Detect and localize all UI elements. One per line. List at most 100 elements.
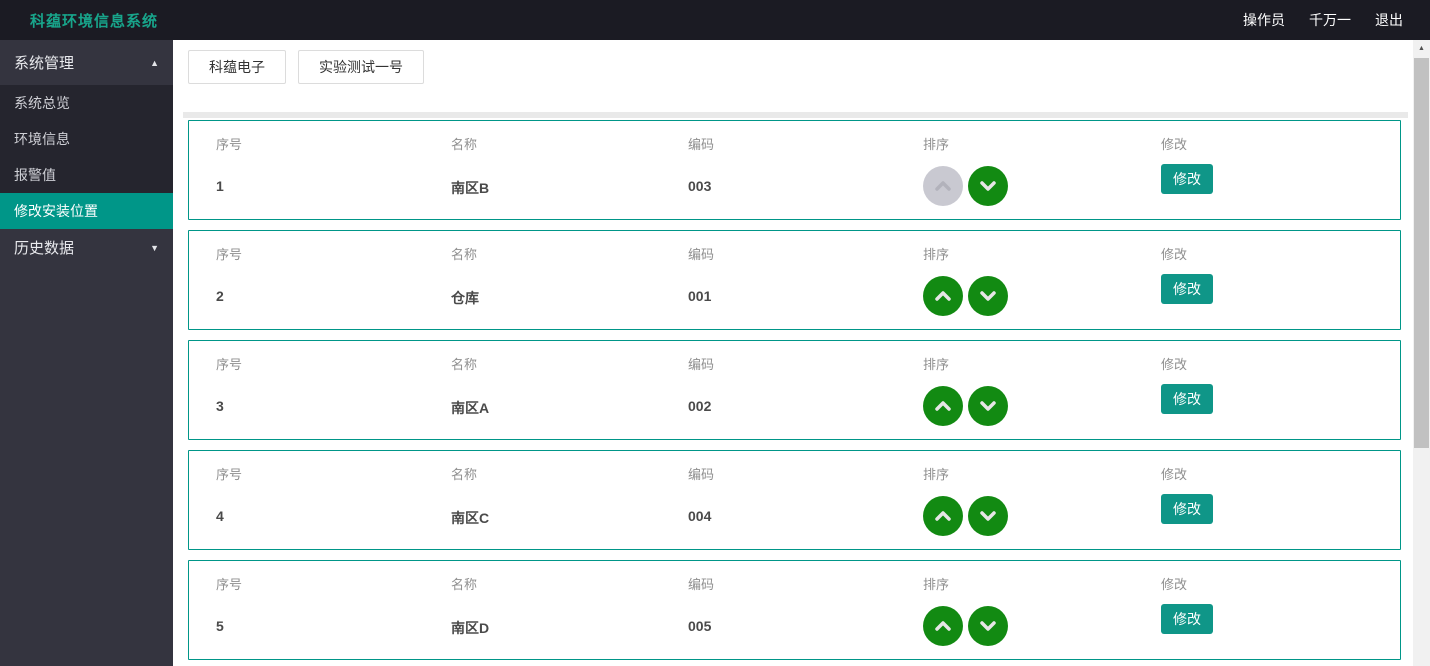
index-value: 4 xyxy=(216,508,451,524)
location-card-list: 序号 1 名称 南区B 编码 003 排序 xyxy=(188,120,1413,660)
sidebar-item-system-overview[interactable]: 系统总览 xyxy=(0,85,173,121)
modify-header: 修改 xyxy=(1161,578,1400,592)
name-value: 南区D xyxy=(451,618,688,638)
chevron-down-icon xyxy=(977,505,999,527)
tab-label: 实验测试一号 xyxy=(319,57,403,77)
topbar: 科蕴环境信息系统 操作员 千万一 退出 xyxy=(0,0,1430,40)
modify-button[interactable]: 修改 xyxy=(1161,384,1213,414)
name-cell: 名称 南区B xyxy=(451,121,688,219)
modify-cell: 修改 修改 xyxy=(1161,121,1400,219)
modify-button[interactable]: 修改 xyxy=(1161,604,1213,634)
code-header: 编码 xyxy=(688,248,923,262)
move-down-button[interactable] xyxy=(968,166,1008,206)
sidebar-item-alarm-value[interactable]: 报警值 xyxy=(0,157,173,193)
code-header: 编码 xyxy=(688,138,923,152)
index-value: 5 xyxy=(216,618,451,634)
sort-cell: 排序 xyxy=(923,341,1161,439)
sidebar: 系统管理 ▲ 系统总览 环境信息 报警值 修改安装位置 历史数据 ▼ xyxy=(0,40,173,666)
index-header: 序号 xyxy=(216,358,451,372)
name-cell: 名称 南区A xyxy=(451,341,688,439)
device-tabs: 科蕴电子 实验测试一号 xyxy=(188,50,1413,84)
code-cell: 编码 001 xyxy=(688,231,923,329)
name-header: 名称 xyxy=(451,468,688,482)
main-content: 科蕴电子 实验测试一号 序号 1 名称 南区B 编码 003 排序 xyxy=(173,40,1413,666)
caret-down-icon: ▼ xyxy=(150,243,159,253)
sidebar-group-system-management[interactable]: 系统管理 ▲ xyxy=(0,40,173,85)
sidebar-item-label: 报警值 xyxy=(14,165,56,185)
modify-header: 修改 xyxy=(1161,358,1400,372)
index-cell: 序号 2 xyxy=(216,231,451,329)
name-header: 名称 xyxy=(451,578,688,592)
move-down-button[interactable] xyxy=(968,606,1008,646)
sidebar-submenu: 系统总览 环境信息 报警值 修改安装位置 xyxy=(0,85,173,229)
index-header: 序号 xyxy=(216,468,451,482)
modify-cell: 修改 修改 xyxy=(1161,231,1400,329)
tab-keyun-electronics[interactable]: 科蕴电子 xyxy=(188,50,286,84)
name-header: 名称 xyxy=(451,248,688,262)
vertical-scrollbar[interactable]: ▲ xyxy=(1413,40,1430,666)
sidebar-item-label: 系统总览 xyxy=(14,93,70,113)
code-cell: 编码 002 xyxy=(688,341,923,439)
logout-button[interactable]: 退出 xyxy=(1375,10,1403,30)
sidebar-group-history-data[interactable]: 历史数据 ▼ xyxy=(0,229,173,266)
scroll-up-arrow-icon: ▲ xyxy=(1418,45,1425,52)
sort-cell: 排序 xyxy=(923,121,1161,219)
sidebar-item-environment-info[interactable]: 环境信息 xyxy=(0,121,173,157)
code-value: 002 xyxy=(688,398,923,414)
move-down-button[interactable] xyxy=(968,496,1008,536)
move-up-button[interactable] xyxy=(923,496,963,536)
sort-header: 排序 xyxy=(923,468,1161,482)
move-down-button[interactable] xyxy=(968,386,1008,426)
name-value: 南区A xyxy=(451,398,688,418)
chevron-down-icon xyxy=(977,175,999,197)
modify-cell: 修改 修改 xyxy=(1161,561,1400,659)
tab-experiment-test-no1[interactable]: 实验测试一号 xyxy=(298,50,424,84)
name-value: 仓库 xyxy=(451,288,688,308)
chevron-up-icon xyxy=(932,285,954,307)
code-cell: 编码 003 xyxy=(688,121,923,219)
scrollbar-up-button[interactable]: ▲ xyxy=(1413,40,1430,57)
scrollbar-thumb[interactable] xyxy=(1414,58,1429,448)
move-up-button[interactable] xyxy=(923,166,963,206)
code-header: 编码 xyxy=(688,358,923,372)
chevron-up-icon xyxy=(932,505,954,527)
code-header: 编码 xyxy=(688,578,923,592)
sort-cell: 排序 xyxy=(923,561,1161,659)
sidebar-group-label: 系统管理 xyxy=(14,52,74,73)
name-value: 南区B xyxy=(451,178,688,198)
code-value: 005 xyxy=(688,618,923,634)
chevron-up-icon xyxy=(932,175,954,197)
modify-button[interactable]: 修改 xyxy=(1161,164,1213,194)
code-value: 004 xyxy=(688,508,923,524)
location-card: 序号 1 名称 南区B 编码 003 排序 xyxy=(188,120,1401,220)
location-card: 序号 4 名称 南区C 编码 004 排序 xyxy=(188,450,1401,550)
name-header: 名称 xyxy=(451,358,688,372)
modify-header: 修改 xyxy=(1161,468,1400,482)
modify-button[interactable]: 修改 xyxy=(1161,274,1213,304)
chevron-down-icon xyxy=(977,615,999,637)
move-down-button[interactable] xyxy=(968,276,1008,316)
move-up-button[interactable] xyxy=(923,606,963,646)
move-up-button[interactable] xyxy=(923,386,963,426)
index-header: 序号 xyxy=(216,138,451,152)
sort-header: 排序 xyxy=(923,578,1161,592)
move-up-button[interactable] xyxy=(923,276,963,316)
location-card: 序号 5 名称 南区D 编码 005 排序 xyxy=(188,560,1401,660)
code-cell: 编码 004 xyxy=(688,451,923,549)
chevron-down-icon xyxy=(977,285,999,307)
modify-button[interactable]: 修改 xyxy=(1161,494,1213,524)
sidebar-item-modify-install-location[interactable]: 修改安装位置 xyxy=(0,193,173,229)
code-cell: 编码 005 xyxy=(688,561,923,659)
modify-header: 修改 xyxy=(1161,248,1400,262)
name-value: 南区C xyxy=(451,508,688,528)
chevron-down-icon xyxy=(977,395,999,417)
sort-header: 排序 xyxy=(923,248,1161,262)
name-cell: 名称 南区D xyxy=(451,561,688,659)
sort-cell: 排序 xyxy=(923,451,1161,549)
topbar-user-area: 操作员 千万一 退出 xyxy=(1243,10,1403,30)
index-cell: 序号 5 xyxy=(216,561,451,659)
sidebar-item-label: 修改安装位置 xyxy=(14,201,98,221)
code-value: 001 xyxy=(688,288,923,304)
index-value: 2 xyxy=(216,288,451,304)
index-cell: 序号 3 xyxy=(216,341,451,439)
